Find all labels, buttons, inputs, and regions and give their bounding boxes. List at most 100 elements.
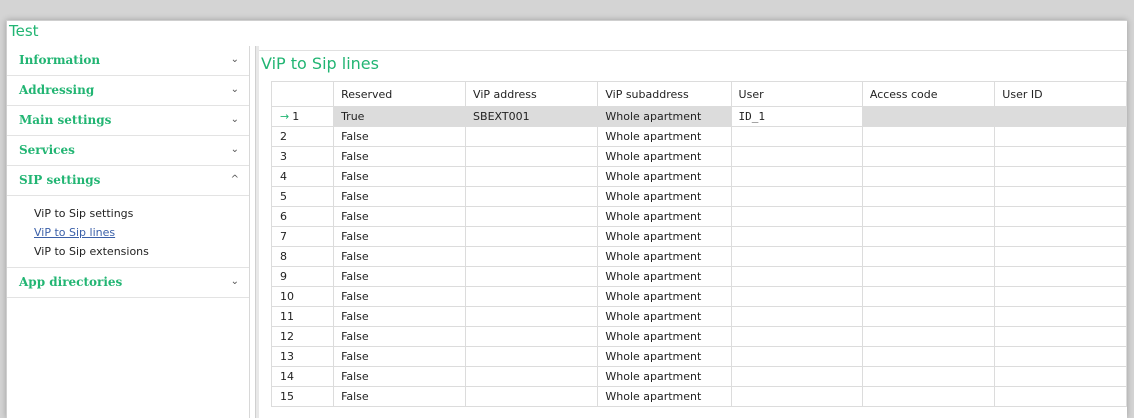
vip-subaddress-cell[interactable]: Whole apartment	[597, 286, 732, 307]
user-cell[interactable]	[730, 226, 863, 247]
vip-subaddress-cell[interactable]: Whole apartment	[597, 306, 732, 327]
column-header-vip-address[interactable]: ViP address	[465, 81, 599, 107]
sidebar-item-vip-to-sip-settings[interactable]: ViP to Sip settings	[34, 204, 249, 223]
column-header-reserved[interactable]: Reserved	[333, 81, 467, 107]
reserved-cell[interactable]: False	[333, 386, 467, 407]
column-header-user-id[interactable]: User ID	[994, 81, 1127, 107]
user-cell[interactable]	[730, 166, 863, 187]
user-cell[interactable]	[730, 386, 863, 407]
user-id-cell[interactable]	[994, 246, 1127, 267]
reserved-cell[interactable]: False	[333, 346, 467, 367]
table-row[interactable]: 13 False Whole apartment	[270, 346, 1127, 367]
table-row[interactable]: 6 False Whole apartment	[270, 206, 1127, 227]
user-cell[interactable]	[730, 206, 863, 227]
reserved-cell[interactable]: False	[333, 306, 467, 327]
vip-subaddress-cell[interactable]: Whole apartment	[597, 186, 732, 207]
access-code-cell[interactable]	[861, 266, 996, 287]
column-header-user[interactable]: User	[730, 81, 863, 107]
user-cell[interactable]	[730, 186, 863, 207]
table-row[interactable]: 3 False Whole apartment	[270, 146, 1127, 167]
access-code-cell[interactable]	[861, 306, 996, 327]
vip-subaddress-cell[interactable]: Whole apartment	[597, 106, 732, 127]
sidebar-section-addressing[interactable]: Addressing ⌄	[7, 76, 249, 106]
vip-subaddress-cell[interactable]: Whole apartment	[597, 326, 732, 347]
user-id-cell[interactable]	[994, 146, 1127, 167]
user-cell[interactable]	[730, 326, 863, 347]
vip-subaddress-cell[interactable]: Whole apartment	[597, 166, 732, 187]
vip-address-cell[interactable]: SBEXT001	[465, 106, 599, 127]
user-id-cell[interactable]	[994, 386, 1127, 407]
column-header-access-code[interactable]: Access code	[861, 81, 996, 107]
access-code-cell[interactable]	[861, 166, 996, 187]
vip-address-cell[interactable]	[465, 186, 599, 207]
vip-address-cell[interactable]	[465, 226, 599, 247]
table-row[interactable]: → 1 True SBEXT001 Whole apartment ID_1	[270, 106, 1127, 127]
column-header-vip-subaddress[interactable]: ViP subaddress	[597, 81, 732, 107]
reserved-cell[interactable]: False	[333, 286, 467, 307]
user-id-cell[interactable]	[994, 346, 1127, 367]
table-row[interactable]: 12 False Whole apartment	[270, 326, 1127, 347]
sidebar-section-sip-settings[interactable]: SIP settings ^	[7, 166, 249, 196]
vip-subaddress-cell[interactable]: Whole apartment	[597, 226, 732, 247]
user-id-cell[interactable]	[994, 226, 1127, 247]
user-id-cell[interactable]	[994, 186, 1127, 207]
access-code-cell[interactable]	[861, 346, 996, 367]
access-code-cell[interactable]	[861, 326, 996, 347]
vip-address-cell[interactable]	[465, 206, 599, 227]
user-cell[interactable]	[730, 126, 863, 147]
user-id-cell[interactable]	[994, 286, 1127, 307]
user-cell[interactable]	[730, 246, 863, 267]
reserved-cell[interactable]: False	[333, 186, 467, 207]
reserved-cell[interactable]: True	[333, 106, 467, 127]
reserved-cell[interactable]: False	[333, 166, 467, 187]
vip-address-cell[interactable]	[465, 286, 599, 307]
access-code-cell[interactable]	[861, 206, 996, 227]
table-row[interactable]: 2 False Whole apartment	[270, 126, 1127, 147]
sidebar-section-app-directories[interactable]: App directories ⌄	[7, 268, 249, 298]
vip-address-cell[interactable]	[465, 246, 599, 267]
reserved-cell[interactable]: False	[333, 366, 467, 387]
access-code-cell[interactable]	[861, 126, 996, 147]
user-id-cell[interactable]	[994, 126, 1127, 147]
vip-address-cell[interactable]	[465, 166, 599, 187]
user-cell[interactable]	[730, 286, 863, 307]
sidebar-section-main-settings[interactable]: Main settings ⌄	[7, 106, 249, 136]
vip-address-cell[interactable]	[465, 366, 599, 387]
sidebar-item-vip-to-sip-lines[interactable]: ViP to Sip lines	[34, 223, 249, 242]
table-row[interactable]: 9 False Whole apartment	[270, 266, 1127, 287]
access-code-cell[interactable]	[861, 146, 996, 167]
user-cell[interactable]	[730, 346, 863, 367]
reserved-cell[interactable]: False	[333, 126, 467, 147]
table-row[interactable]: 8 False Whole apartment	[270, 246, 1127, 267]
user-id-cell[interactable]	[994, 266, 1127, 287]
vip-address-cell[interactable]	[465, 326, 599, 347]
table-row[interactable]: 10 False Whole apartment	[270, 286, 1127, 307]
vip-address-cell[interactable]	[465, 146, 599, 167]
access-code-cell[interactable]	[861, 386, 996, 407]
user-cell[interactable]	[730, 366, 863, 387]
sidebar-item-vip-to-sip-extensions[interactable]: ViP to Sip extensions	[34, 242, 249, 261]
user-cell[interactable]	[730, 146, 863, 167]
vip-address-cell[interactable]	[465, 266, 599, 287]
vip-address-cell[interactable]	[465, 126, 599, 147]
vip-subaddress-cell[interactable]: Whole apartment	[597, 266, 732, 287]
table-row[interactable]: 14 False Whole apartment	[270, 366, 1127, 387]
reserved-cell[interactable]: False	[333, 206, 467, 227]
reserved-cell[interactable]: False	[333, 266, 467, 287]
vip-address-cell[interactable]	[465, 346, 599, 367]
vip-subaddress-cell[interactable]: Whole apartment	[597, 206, 732, 227]
user-id-cell[interactable]	[994, 366, 1127, 387]
reserved-cell[interactable]: False	[333, 246, 467, 267]
vip-subaddress-cell[interactable]: Whole apartment	[597, 366, 732, 387]
access-code-cell[interactable]	[861, 286, 996, 307]
table-row[interactable]: 5 False Whole apartment	[270, 186, 1127, 207]
access-code-cell[interactable]	[861, 366, 996, 387]
sidebar-section-services[interactable]: Services ⌄	[7, 136, 249, 166]
table-row[interactable]: 11 False Whole apartment	[270, 306, 1127, 327]
user-cell[interactable]	[730, 306, 863, 327]
user-id-cell[interactable]	[994, 326, 1127, 347]
access-code-cell[interactable]	[861, 106, 996, 127]
sidebar-section-information[interactable]: Information ⌄	[7, 46, 249, 76]
user-id-cell[interactable]	[994, 206, 1127, 227]
vip-address-cell[interactable]	[465, 386, 599, 407]
